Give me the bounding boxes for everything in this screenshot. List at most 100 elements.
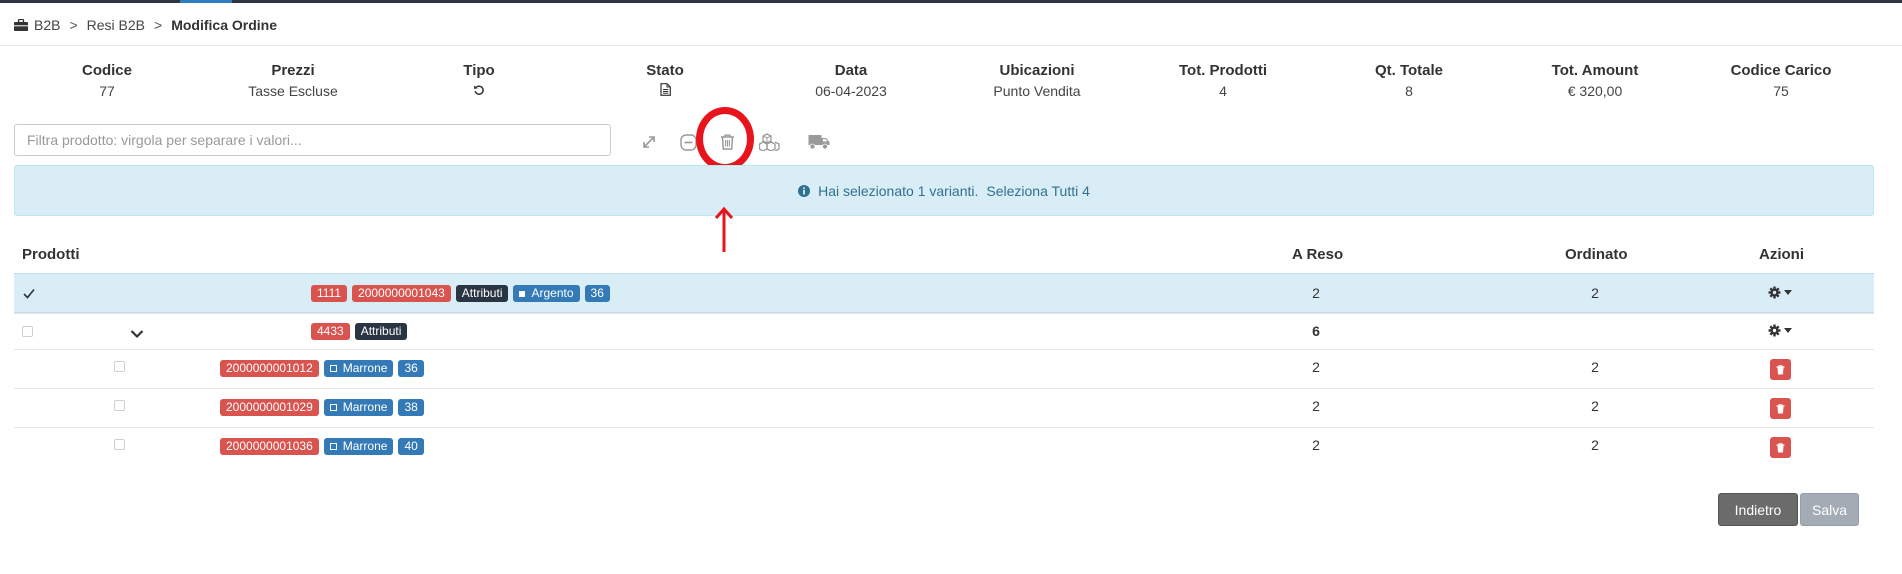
column-header-ordered: Ordinato	[1565, 246, 1628, 263]
save-button[interactable]: Salva	[1800, 493, 1859, 526]
breadcrumb-item-resi-b2b[interactable]: Resi B2B	[87, 17, 145, 33]
color-label: Argento	[531, 286, 574, 300]
row-checkbox[interactable]	[22, 326, 33, 337]
select-all-link[interactable]: Seleziona Tutti 4	[986, 183, 1090, 199]
table-row-variant[interactable]: 2000000001012 Marrone 36 2 2	[14, 349, 1874, 388]
product-tags: 4433 Attributi	[311, 323, 408, 340]
top-bar-accent	[180, 0, 232, 3]
summary-label: Stato	[646, 62, 684, 79]
barcode-tag: 2000000001012	[220, 360, 319, 377]
returned-qty: 2	[1312, 398, 1320, 414]
breadcrumb-separator: >	[69, 17, 78, 33]
summary-stato: Stato	[590, 61, 740, 101]
column-header-actions: Azioni	[1759, 246, 1804, 263]
product-code-tag: 1111	[311, 285, 348, 302]
summary-value: 4	[1219, 83, 1227, 99]
summary-tipo: Tipo	[404, 61, 554, 101]
size-tag: 36	[584, 285, 610, 302]
returned-qty: 2	[1312, 359, 1320, 375]
row-checkbox[interactable]	[114, 361, 125, 372]
summary-data: Data 06-04-2023	[776, 61, 926, 101]
summary-label: Prezzi	[271, 62, 315, 79]
ordered-qty: 2	[1591, 437, 1599, 453]
gear-icon	[1768, 324, 1781, 337]
info-icon	[798, 184, 811, 197]
truck-icon[interactable]	[806, 131, 832, 153]
row-checkbox[interactable]	[23, 286, 35, 299]
trash-icon	[1776, 403, 1785, 413]
alert-text: Hai selezionato 1 varianti.	[818, 182, 979, 199]
summary-qt-totale: Qt. Totale 8	[1334, 61, 1484, 101]
summary-value: 06-04-2023	[815, 83, 887, 99]
caret-down-icon	[1784, 328, 1792, 333]
breadcrumb-separator: >	[154, 17, 163, 33]
summary-label: Data	[834, 62, 868, 79]
summary-label: Ubicazioni	[999, 62, 1075, 79]
summary-value: 77	[99, 83, 115, 99]
variant-tags: 2000000001036 Marrone 40	[220, 438, 424, 455]
table-row-group[interactable]: 4433 Attributi 6	[14, 313, 1874, 349]
summary-ubicazioni: Ubicazioni Punto Vendita	[962, 61, 1112, 101]
summary-label: Codice Carico	[1730, 62, 1832, 79]
summary-value: Punto Vendita	[993, 83, 1081, 99]
color-label: Marrone	[342, 439, 388, 453]
table-row[interactable]: 1111 2000000001043 Attributi Argento 36 …	[14, 273, 1874, 313]
row-actions-dropdown[interactable]	[1768, 286, 1792, 299]
summary-label: Qt. Totale	[1374, 62, 1444, 79]
divider	[0, 45, 1902, 46]
cubes-icon[interactable]	[758, 131, 784, 153]
chevron-down-icon[interactable]	[130, 326, 144, 342]
attributes-tag: Attributi	[455, 285, 509, 302]
briefcase-icon	[14, 19, 28, 31]
row-checkbox[interactable]	[114, 439, 125, 450]
product-filter-input[interactable]	[14, 124, 611, 156]
column-header-products: Prodotti	[22, 246, 80, 263]
table-row-variant[interactable]: 2000000001036 Marrone 40 2 2	[14, 427, 1874, 465]
barcode-tag: 2000000001029	[220, 399, 319, 416]
expand-icon[interactable]	[638, 131, 660, 153]
row-actions-dropdown[interactable]	[1768, 324, 1792, 337]
row-checkbox[interactable]	[114, 400, 125, 411]
summary-value: 75	[1773, 83, 1789, 99]
summary-codice: Codice 77	[32, 61, 182, 101]
ordered-qty: 2	[1591, 359, 1599, 375]
delete-button[interactable]	[1770, 437, 1791, 458]
summary-label: Tot. Amount	[1551, 62, 1639, 79]
delete-button[interactable]	[1770, 398, 1791, 419]
trash-icon	[1776, 442, 1785, 452]
color-tag: Marrone	[323, 399, 394, 416]
barcode-tag: 2000000001043	[352, 285, 451, 302]
product-code-tag: 4433	[311, 323, 350, 340]
ordered-qty: 2	[1591, 398, 1599, 414]
color-tag: Marrone	[323, 360, 394, 377]
summary-value: Tasse Escluse	[248, 83, 338, 99]
summary-codice-carico: Codice Carico 75	[1706, 61, 1856, 101]
variant-tags: 2000000001029 Marrone 38	[220, 399, 424, 416]
back-button[interactable]: Indietro	[1718, 493, 1798, 526]
returned-qty: 2	[1312, 285, 1320, 301]
trash-icon	[1776, 364, 1785, 374]
document-icon	[659, 81, 671, 101]
delete-button[interactable]	[1770, 359, 1791, 380]
color-square-icon	[329, 443, 337, 450]
returned-qty: 6	[1312, 323, 1320, 339]
summary-value: € 320,00	[1567, 83, 1623, 99]
color-square-icon	[519, 290, 526, 297]
returned-qty: 2	[1312, 437, 1320, 453]
size-tag: 36	[398, 360, 424, 377]
size-tag: 38	[398, 399, 424, 416]
summary-tot-prodotti: Tot. Prodotti 4	[1148, 61, 1298, 101]
ordered-qty: 2	[1591, 285, 1599, 301]
order-summary: Codice 77 Prezzi Tasse Escluse Tipo Stat…	[14, 61, 1884, 105]
table-row-variant[interactable]: 2000000001029 Marrone 38 2 2	[14, 388, 1874, 427]
caret-down-icon	[1784, 290, 1792, 295]
column-header-returned: A Reso	[1292, 246, 1344, 263]
summary-prezzi: Prezzi Tasse Escluse	[218, 61, 368, 101]
breadcrumb-current: Modifica Ordine	[171, 17, 277, 33]
breadcrumb-item-b2b[interactable]: B2B	[34, 17, 60, 33]
color-tag: Marrone	[323, 438, 394, 455]
size-tag: 40	[398, 438, 424, 455]
top-bar	[0, 0, 1902, 3]
color-square-icon	[329, 365, 337, 372]
color-label: Marrone	[342, 400, 388, 414]
